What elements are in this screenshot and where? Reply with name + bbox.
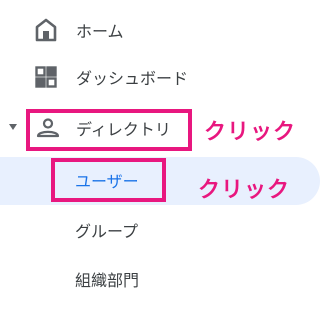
users-callout: クリック <box>198 178 291 203</box>
nav-item-label: グループ <box>75 222 139 241</box>
nav-item-label: ダッシュボード <box>76 69 189 88</box>
users-highlight-box <box>51 158 166 202</box>
dashboard-icon <box>35 66 57 88</box>
nav-item-label: ホーム <box>76 22 124 41</box>
home-icon <box>35 18 57 42</box>
nav-item-label: 組織部門 <box>75 271 140 290</box>
nav-item-groups[interactable]: グループ <box>0 210 200 250</box>
nav-item-home[interactable]: ホーム <box>0 10 200 50</box>
directory-callout: クリック <box>204 120 297 145</box>
directory-highlight-box <box>26 109 192 151</box>
nav-item-dashboard[interactable]: ダッシュボード <box>0 57 220 97</box>
nav-item-org-units[interactable]: 組織部門 <box>0 259 200 299</box>
